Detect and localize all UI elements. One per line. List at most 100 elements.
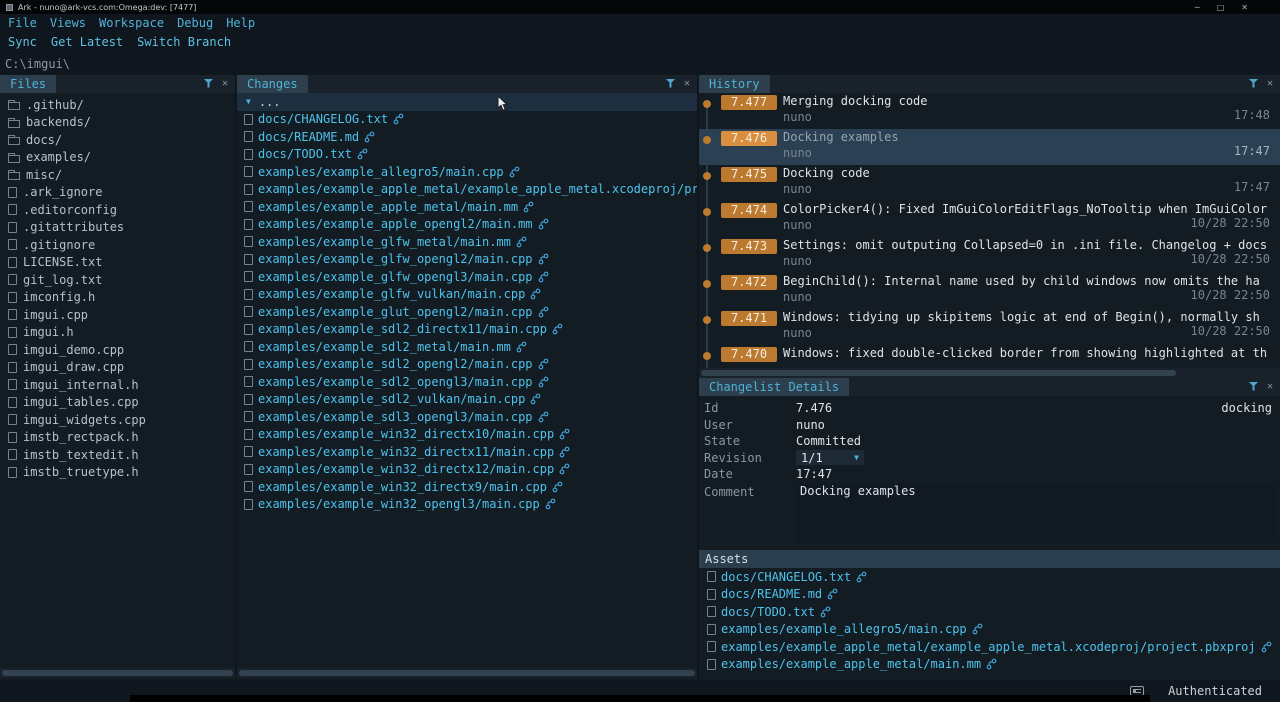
- file-tree-row[interactable]: .gitignore: [0, 236, 235, 254]
- scrollbar-thumb[interactable]: [2, 670, 233, 676]
- changed-file-row[interactable]: examples/example_allegro5/main.cpp: [237, 163, 697, 181]
- file-tree-row[interactable]: .ark_ignore: [0, 184, 235, 202]
- commit-row[interactable]: 7.470 Windows: fixed double-clicked bord…: [699, 345, 1280, 368]
- file-tree-row[interactable]: misc/: [0, 166, 235, 184]
- file-name: imstb_truetype.h: [23, 465, 139, 479]
- commit-row[interactable]: 7.475 Docking code nuno 17:47: [699, 165, 1280, 201]
- file-tree-row[interactable]: LICENSE.txt: [0, 254, 235, 272]
- scrollbar-thumb[interactable]: [701, 370, 1176, 376]
- changed-file-row[interactable]: examples/example_glfw_vulkan/main.cpp: [237, 286, 697, 304]
- file-icon: [244, 499, 253, 510]
- asset-row[interactable]: docs/TODO.txt: [699, 603, 1280, 621]
- menu-item[interactable]: File: [8, 16, 37, 30]
- filter-icon[interactable]: [666, 77, 675, 91]
- changed-file-row[interactable]: examples/example_apple_opengl2/main.mm: [237, 216, 697, 234]
- file-tree-row[interactable]: docs/: [0, 131, 235, 149]
- file-tree-row[interactable]: backends/: [0, 114, 235, 132]
- asset-row[interactable]: examples/example_apple_metal/example_app…: [699, 638, 1280, 656]
- changed-file-row[interactable]: examples/example_glfw_opengl2/main.cpp: [237, 251, 697, 269]
- file-tree-row[interactable]: imgui_draw.cpp: [0, 359, 235, 377]
- toolbar-button[interactable]: Sync: [8, 35, 37, 49]
- toolbar-button[interactable]: Get Latest: [51, 35, 123, 49]
- asset-row[interactable]: docs/CHANGELOG.txt: [699, 568, 1280, 586]
- commit-row[interactable]: 7.471 Windows: tidying up skipitems logi…: [699, 309, 1280, 345]
- tab-changelist-details[interactable]: Changelist Details: [699, 378, 849, 396]
- changed-file-row[interactable]: examples/example_sdl3_opengl3/main.cpp: [237, 408, 697, 426]
- file-tree-row[interactable]: imgui_internal.h: [0, 376, 235, 394]
- menu-item[interactable]: Help: [226, 16, 255, 30]
- file-name: imgui.h: [23, 325, 74, 339]
- changed-file-row[interactable]: examples/example_sdl2_vulkan/main.cpp: [237, 391, 697, 409]
- changed-file-row[interactable]: examples/example_sdl2_metal/main.mm: [237, 338, 697, 356]
- changed-file-row[interactable]: examples/example_sdl2_opengl3/main.cpp: [237, 373, 697, 391]
- changed-file-row[interactable]: examples/example_glfw_metal/main.mm: [237, 233, 697, 251]
- changed-file-row[interactable]: examples/example_win32_directx10/main.cp…: [237, 426, 697, 444]
- changed-file-row[interactable]: examples/example_apple_metal/example_app…: [237, 181, 697, 199]
- file-tree-row[interactable]: imgui_widgets.cpp: [0, 411, 235, 429]
- file-tree-row[interactable]: imgui.h: [0, 324, 235, 342]
- file-tree-row[interactable]: git_log.txt: [0, 271, 235, 289]
- menu-item[interactable]: Debug: [177, 16, 213, 30]
- files-hscrollbar[interactable]: [0, 668, 235, 678]
- changed-file-row[interactable]: docs/CHANGELOG.txt: [237, 111, 697, 129]
- asset-row[interactable]: docs/README.md: [699, 586, 1280, 604]
- changed-file-row[interactable]: examples/example_glfw_opengl3/main.cpp: [237, 268, 697, 286]
- menu-item[interactable]: Views: [50, 16, 86, 30]
- file-tree-row[interactable]: imstb_rectpack.h: [0, 429, 235, 447]
- changes-root-row[interactable]: ▼ ...: [237, 93, 697, 111]
- changed-file-row[interactable]: examples/example_win32_opengl3/main.cpp: [237, 496, 697, 514]
- close-icon[interactable]: ✕: [1267, 79, 1273, 89]
- file-tree-row[interactable]: imstb_truetype.h: [0, 464, 235, 482]
- revision-select[interactable]: 1/1 ▼: [796, 450, 864, 465]
- close-icon[interactable]: ✕: [684, 79, 690, 89]
- file-icon: [8, 257, 17, 268]
- scrollbar-thumb[interactable]: [239, 670, 695, 676]
- close-icon[interactable]: ✕: [222, 79, 228, 89]
- commit-time: 17:47: [1234, 180, 1270, 194]
- asset-row[interactable]: examples/example_apple_metal/main.mm: [699, 656, 1280, 674]
- changed-file-row[interactable]: docs/TODO.txt: [237, 146, 697, 164]
- file-tree-row[interactable]: imstb_textedit.h: [0, 446, 235, 464]
- changed-file-row[interactable]: examples/example_win32_directx11/main.cp…: [237, 443, 697, 461]
- changed-file-row[interactable]: examples/example_win32_directx9/main.cpp: [237, 478, 697, 496]
- filter-icon[interactable]: [1249, 380, 1258, 394]
- changes-hscrollbar[interactable]: [237, 668, 697, 678]
- tab-history[interactable]: History: [699, 75, 770, 93]
- tab-changes[interactable]: Changes: [237, 75, 308, 93]
- file-tree-row[interactable]: imgui.cpp: [0, 306, 235, 324]
- minimize-button[interactable]: ─: [1195, 3, 1200, 12]
- file-tree-row[interactable]: .editorconfig: [0, 201, 235, 219]
- close-button[interactable]: ✕: [1241, 3, 1248, 12]
- tab-files[interactable]: Files: [0, 75, 56, 93]
- branch-icon: [559, 463, 570, 475]
- changes-root-label: ...: [259, 95, 281, 109]
- file-tree-row[interactable]: imgui_tables.cpp: [0, 394, 235, 412]
- field-value-branch: docking: [1221, 401, 1274, 415]
- caret-down-icon[interactable]: ▼: [246, 97, 251, 106]
- changed-file-row[interactable]: examples/example_sdl2_directx11/main.cpp: [237, 321, 697, 339]
- changed-file-row[interactable]: examples/example_sdl2_opengl2/main.cpp: [237, 356, 697, 374]
- toolbar-button[interactable]: Switch Branch: [137, 35, 231, 49]
- commit-row[interactable]: 7.473 Settings: omit outputing Collapsed…: [699, 237, 1280, 273]
- commit-row[interactable]: 7.477 Merging docking code nuno 17:48: [699, 93, 1280, 129]
- changed-file-row[interactable]: examples/example_apple_metal/main.mm: [237, 198, 697, 216]
- commit-row[interactable]: 7.476 Docking examples nuno 17:47: [699, 129, 1280, 165]
- close-icon[interactable]: ✕: [1267, 382, 1273, 392]
- file-tree-row[interactable]: imgui_demo.cpp: [0, 341, 235, 359]
- file-tree-row[interactable]: .github/: [0, 96, 235, 114]
- commit-row[interactable]: 7.474 ColorPicker4(): Fixed ImGuiColorEd…: [699, 201, 1280, 237]
- filter-icon[interactable]: [204, 77, 213, 91]
- assets-header[interactable]: Assets: [699, 550, 1280, 568]
- asset-row[interactable]: examples/example_allegro5/main.cpp: [699, 621, 1280, 639]
- filter-icon[interactable]: [1249, 77, 1258, 91]
- file-tree-row[interactable]: .gitattributes: [0, 219, 235, 237]
- history-hscrollbar[interactable]: [699, 368, 1280, 378]
- commit-row[interactable]: 7.472 BeginChild(): Internal name used b…: [699, 273, 1280, 309]
- file-tree-row[interactable]: imconfig.h: [0, 289, 235, 307]
- changed-file-row[interactable]: docs/README.md: [237, 128, 697, 146]
- changed-file-row[interactable]: examples/example_glut_opengl2/main.cpp: [237, 303, 697, 321]
- maximize-button[interactable]: □: [1217, 3, 1225, 12]
- menu-item[interactable]: Workspace: [99, 16, 164, 30]
- file-tree-row[interactable]: examples/: [0, 149, 235, 167]
- changed-file-row[interactable]: examples/example_win32_directx12/main.cp…: [237, 461, 697, 479]
